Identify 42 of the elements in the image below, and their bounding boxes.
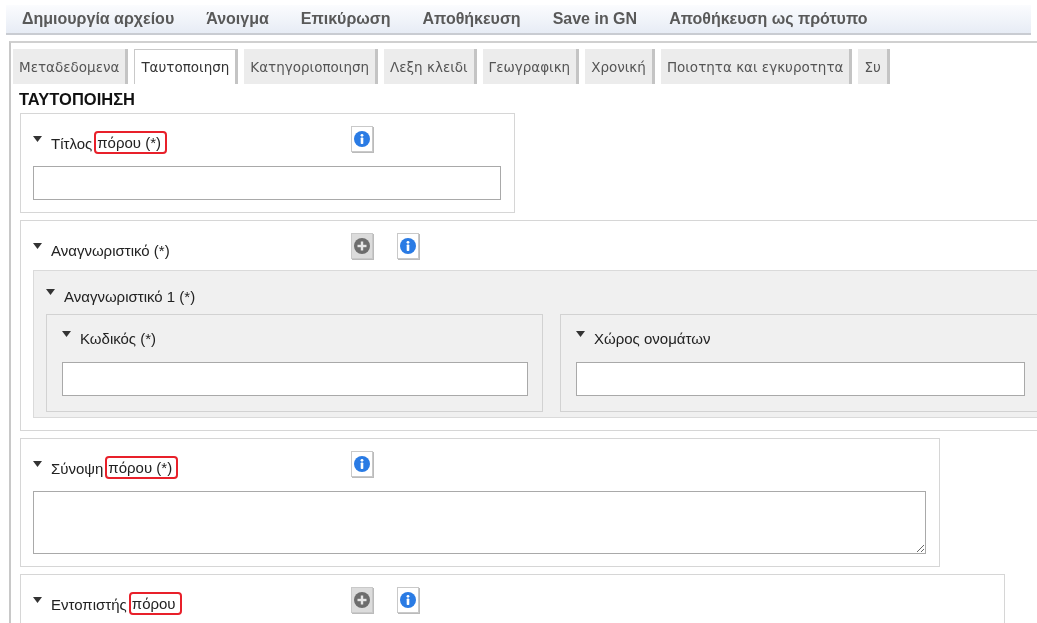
menu-item[interactable]: Επικύρωση <box>300 10 391 28</box>
collapse-caret-icon[interactable] <box>33 597 42 603</box>
tab[interactable]: Ταυτοποιηση <box>134 49 239 84</box>
text-field[interactable] <box>576 362 1025 396</box>
menu-item[interactable]: Άνοιγμα <box>206 10 269 28</box>
info-button[interactable] <box>397 587 419 613</box>
field-label: Αναγνωριστικό 1 (*) <box>64 287 196 306</box>
text-field[interactable] <box>62 362 528 396</box>
tab[interactable]: Λεξη κλειδι <box>384 49 477 84</box>
tab[interactable]: Μεταδεδομενα <box>13 49 129 84</box>
menu-item[interactable]: Αποθήκευση ως πρότυπο <box>669 10 868 28</box>
tab[interactable]: Κατηγοριοποιηση <box>244 49 379 84</box>
section-heading: ΤΑΥΤΟΠΟΙΗΣΗ <box>19 90 136 109</box>
collapse-caret-icon[interactable] <box>46 289 55 295</box>
menu-item[interactable]: Δημιουργία αρχείου <box>22 10 175 28</box>
collapse-caret-icon[interactable] <box>33 461 42 467</box>
highlight-box: πόρου (*) <box>105 456 179 479</box>
collapse-caret-icon[interactable] <box>33 136 42 142</box>
text-field[interactable] <box>33 166 501 200</box>
tab[interactable]: Γεωγραφικη <box>482 49 580 84</box>
info-button[interactable] <box>351 451 373 477</box>
field-label: Τίτλος <box>51 134 93 153</box>
collapse-caret-icon[interactable] <box>62 331 71 337</box>
field-label: Κωδικός (*) <box>80 329 157 348</box>
highlight-box: πόρου (*) <box>94 131 168 154</box>
add-button[interactable] <box>351 233 373 259</box>
collapse-caret-icon[interactable] <box>33 243 42 249</box>
text-area[interactable] <box>33 491 926 554</box>
field-label: Εντοπιστής <box>51 595 127 614</box>
highlight-box: πόρου <box>128 592 182 615</box>
add-button[interactable] <box>351 587 373 613</box>
menu-item[interactable]: Αποθήκευση <box>422 10 521 28</box>
info-button[interactable] <box>397 233 419 259</box>
menu-item[interactable]: Save in GN <box>552 10 638 28</box>
field-label: Χώρος ονομάτων <box>594 329 711 348</box>
field-label: Αναγνωριστικό (*) <box>51 241 170 260</box>
collapse-caret-icon[interactable] <box>576 331 585 337</box>
tab[interactable]: Χρονική <box>585 49 655 84</box>
field-label: Σύνοψη <box>51 459 104 478</box>
info-button[interactable] <box>351 126 373 152</box>
tab[interactable]: Συ <box>858 49 890 84</box>
tab[interactable]: Ποιοτητα και εγκυροτητα <box>660 49 853 84</box>
